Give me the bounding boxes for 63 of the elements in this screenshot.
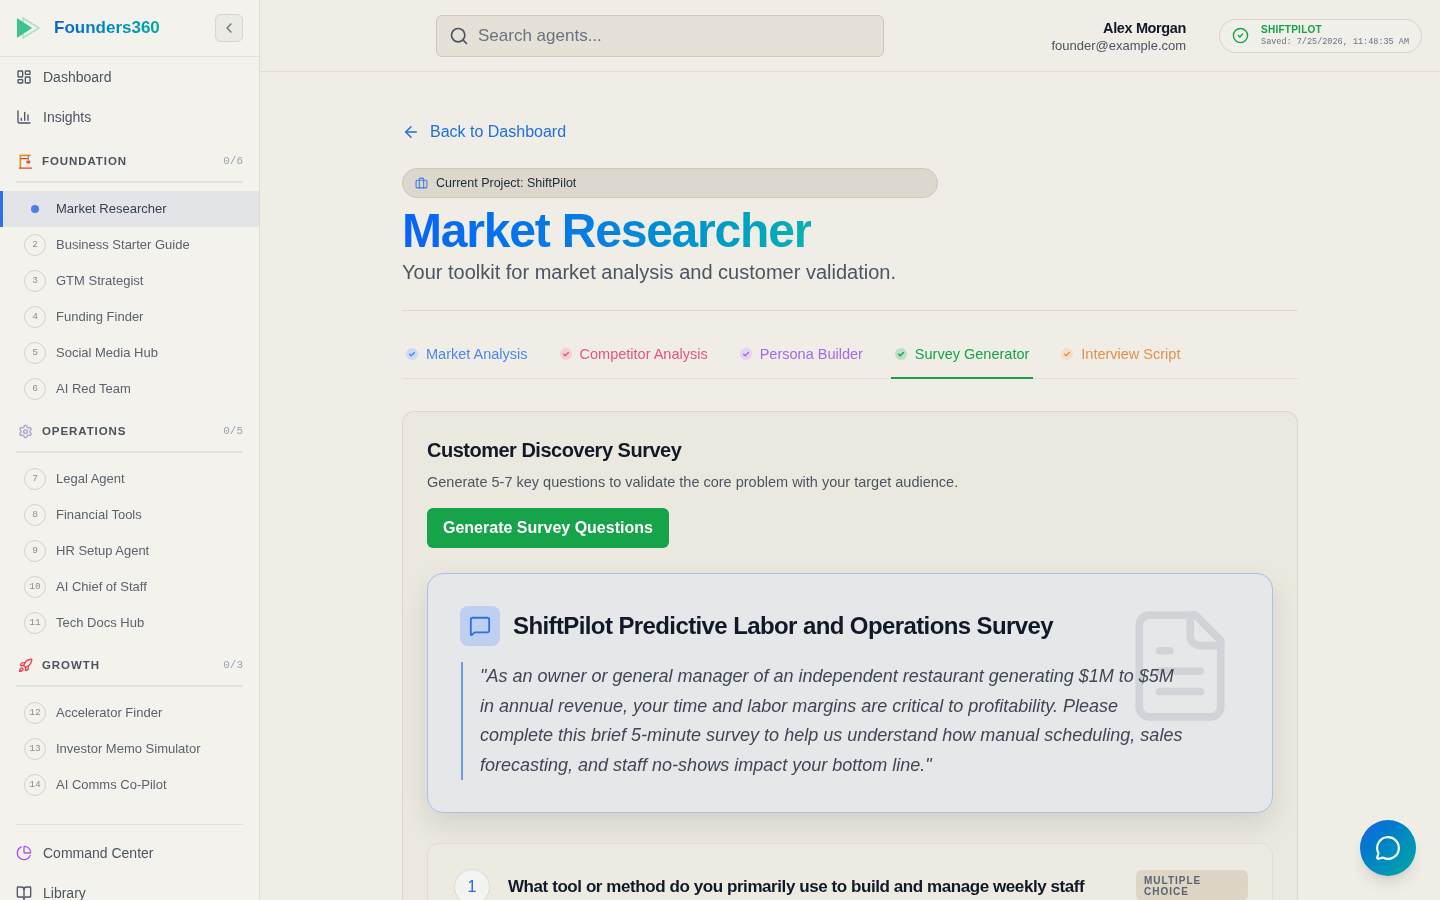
section-count: 0/6 bbox=[223, 154, 243, 169]
user-email: founder@example.com bbox=[1051, 37, 1187, 54]
card-title: Customer Discovery Survey bbox=[427, 438, 682, 463]
section-title: OPERATIONS bbox=[42, 424, 127, 439]
check-circle-icon bbox=[1061, 348, 1074, 360]
agent-item[interactable]: 12 Accelerator Finder bbox=[0, 695, 259, 731]
question-number: 1 bbox=[454, 869, 490, 900]
section-title: GROWTH bbox=[42, 658, 100, 673]
question-type-badge: MULTIPLE CHOICE bbox=[1136, 870, 1248, 900]
survey-title: ShiftPilot Predictive Labor and Operations Survey bbox=[513, 611, 1054, 641]
agent-item[interactable]: 14 AI Comms Co-Pilot bbox=[0, 767, 259, 803]
save-project-name: SHIFTPILOT bbox=[1261, 23, 1323, 36]
agent-item[interactable]: 7 Legal Agent bbox=[0, 461, 259, 497]
pie-chart-icon bbox=[16, 845, 32, 861]
check-circle-icon bbox=[406, 348, 418, 360]
agent-item[interactable]: 9 HR Setup Agent bbox=[0, 533, 259, 569]
bar-chart-icon bbox=[16, 109, 32, 125]
save-timestamp: Saved: 7/25/2026, 11:48:35 AM bbox=[1261, 35, 1409, 48]
nav-item[interactable]: Command Center bbox=[0, 833, 259, 873]
agent-item[interactable]: 3 GTM Strategist bbox=[0, 263, 259, 299]
agent-item[interactable]: 4 Funding Finder bbox=[0, 299, 259, 335]
tab[interactable]: Persona Builder bbox=[735, 329, 867, 379]
section-count: 0/5 bbox=[223, 424, 243, 439]
check-circle-icon bbox=[1232, 27, 1250, 44]
tab[interactable]: Market Analysis bbox=[402, 329, 532, 379]
nav-item[interactable]: Library bbox=[0, 873, 259, 900]
survey-intro: "As an owner or general manager of an independent restaurant generating $1M to $5M in annual revenue, your time and labor margins are critical to profitability. Please complete this brief 5-minute survey to help us understand how manual scheduling, sales forecasting, and staff no-shows impact your bottom line." bbox=[461, 662, 1183, 780]
agent-item[interactable]: 10 AI Chief of Staff bbox=[0, 569, 259, 605]
rocket-icon bbox=[18, 657, 33, 673]
agent-item[interactable]: 5 Social Media Hub bbox=[0, 335, 259, 371]
page-subtitle: Your toolkit for market analysis and customer validation. bbox=[402, 260, 896, 285]
book-icon bbox=[16, 885, 32, 900]
search-field[interactable]: Search agents... bbox=[436, 14, 884, 57]
speech-bubble-icon bbox=[460, 606, 500, 646]
crane-icon bbox=[18, 153, 33, 169]
agent-item[interactable]: 13 Investor Memo Simulator bbox=[0, 731, 259, 767]
gear-icon bbox=[18, 423, 33, 439]
section-title: FOUNDATION bbox=[42, 154, 127, 169]
tab[interactable]: Survey Generator bbox=[890, 329, 1034, 379]
agent-item[interactable]: 6 AI Red Team bbox=[0, 371, 259, 407]
dashboard-grid-icon bbox=[16, 69, 32, 85]
agent-item[interactable]: 2 Business Starter Guide bbox=[0, 227, 259, 263]
tab[interactable]: Competitor Analysis bbox=[555, 329, 712, 379]
check-circle-icon bbox=[894, 348, 907, 360]
chat-button[interactable] bbox=[1360, 820, 1416, 876]
section-count: 0/3 bbox=[223, 658, 243, 673]
nav-item[interactable]: Dashboard bbox=[0, 57, 259, 97]
back-link[interactable]: Back to Dashboard bbox=[402, 120, 567, 144]
search-icon bbox=[449, 25, 469, 46]
card-description: Generate 5-7 key questions to validate the core problem with your target audience. bbox=[427, 473, 959, 492]
play-logo-icon bbox=[16, 17, 40, 39]
agent-item[interactable]: 11 Tech Docs Hub bbox=[0, 605, 259, 641]
nav-item[interactable]: Insights bbox=[0, 97, 259, 137]
generate-button[interactable]: Generate Survey Questions bbox=[427, 508, 669, 548]
check-circle-icon bbox=[559, 348, 572, 360]
project-label: Current Project: ShiftPilot bbox=[436, 174, 577, 192]
check-circle-icon bbox=[739, 348, 752, 360]
briefcase-icon bbox=[415, 176, 428, 190]
chat-bubble-icon bbox=[1375, 835, 1401, 861]
question-text: What tool or method do you primarily use to build and manage weekly staff bbox=[508, 876, 1086, 898]
user-name: Alex Morgan bbox=[1102, 18, 1187, 38]
agent-item[interactable]: Market Researcher bbox=[0, 191, 259, 227]
agent-item[interactable]: 8 Financial Tools bbox=[0, 497, 259, 533]
